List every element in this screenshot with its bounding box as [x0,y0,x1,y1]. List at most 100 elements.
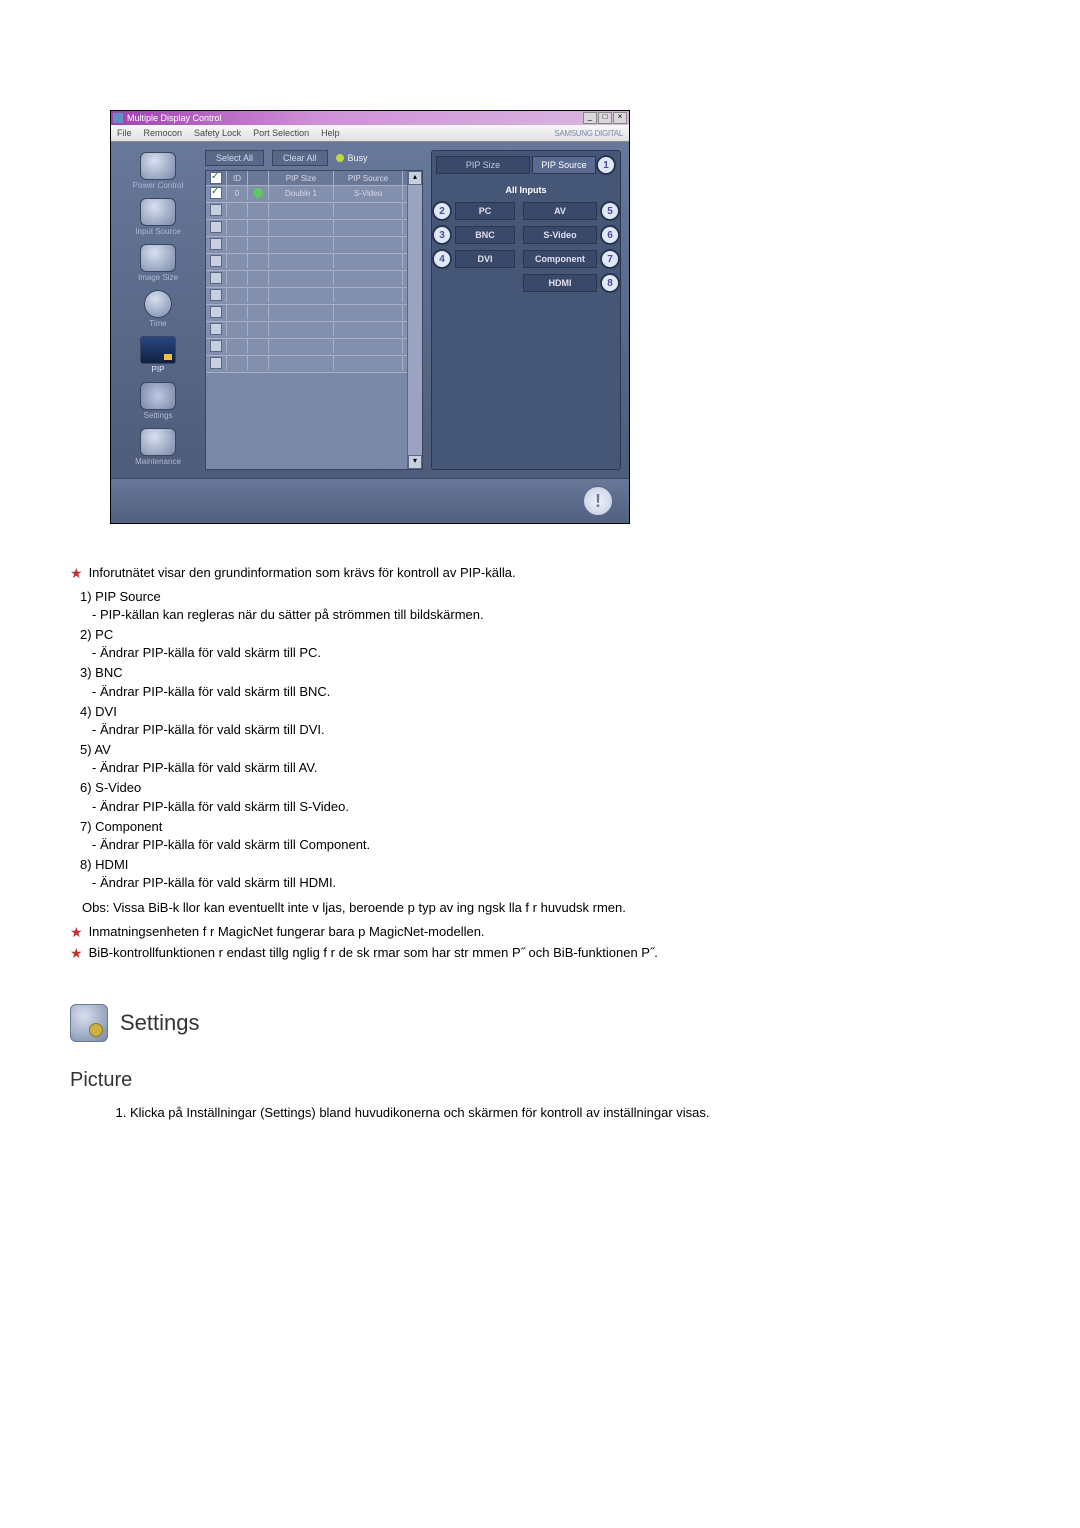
obs-text: Obs: Vissa BiB-k llor kan eventuellt int… [82,899,1010,917]
input-hdmi-button[interactable]: HDMI [523,274,597,292]
table-row-empty [206,339,407,356]
center-panel: Select All Clear All Busy ID PIP Size [205,150,423,470]
scroll-down-icon[interactable]: ▾ [408,455,422,469]
menu-remocon[interactable]: Remocon [144,128,183,138]
data-grid: ID PIP Size PIP Source 0Double 1S-Video … [205,170,423,470]
sidebar-item-input-source[interactable]: Input Source [123,196,193,238]
callout-2: 2 [432,201,452,221]
app-body: Power Control Input Source Image Size Ti… [111,142,629,478]
busy-dot-icon [336,154,344,162]
status-dot-icon [253,188,263,198]
doc-item: 6) S-Video- Ändrar PIP-källa för vald sk… [80,779,1010,815]
info-icon[interactable]: ! [583,486,613,516]
doc-item: 5) AV- Ändrar PIP-källa för vald skärm t… [80,741,1010,777]
row-checkbox[interactable] [210,340,222,352]
table-row-empty [206,305,407,322]
input-svideo-button[interactable]: S-Video [523,226,597,244]
screenshot-region: Multiple Display Control _ □ × File Remo… [110,110,630,524]
all-inputs-label: All Inputs [506,185,547,195]
sidebar-item-power-control[interactable]: Power Control [123,150,193,192]
input-buttons-grid: 2PC3BNC4DVI AV5S-Video6Component7HDMI8 [436,201,616,293]
table-row-empty [206,356,407,373]
document-text: ★ Inforutnätet visar den grundinformation… [70,564,1010,1122]
tab-pip-source[interactable]: PIP Source [532,156,596,174]
clear-all-button[interactable]: Clear All [272,150,328,166]
note2-text: BiB-kontrollfunktionen r endast tillg ng… [89,944,658,962]
sidebar-item-time[interactable]: Time [123,288,193,330]
row-checkbox[interactable] [210,187,222,199]
input-pc-button[interactable]: PC [455,202,515,220]
header-checkbox[interactable] [210,172,222,184]
grid-header: ID PIP Size PIP Source [206,171,407,186]
sidebar-item-pip[interactable]: PIP [123,334,193,376]
menu-file[interactable]: File [117,128,132,138]
image-size-icon [140,244,176,272]
doc-item: 2) PC- Ändrar PIP-källa för vald skärm t… [80,626,1010,662]
app-window: Multiple Display Control _ □ × File Remo… [110,110,630,524]
callout-4: 4 [432,249,452,269]
right-panel: PIP Size PIP Source 1 All Inputs 2PC3BNC… [431,150,621,470]
input-component-button[interactable]: Component [523,250,597,268]
table-row-empty [206,237,407,254]
brand-label: SAMSUNG DIGITAL [554,129,623,138]
intro-text: Inforutnätet visar den grundinformation … [89,564,516,582]
picture-subheader: Picture [70,1066,1010,1094]
table-row-empty [206,271,407,288]
cell-pip-size: Double 1 [269,186,334,200]
table-row-empty [206,220,407,237]
picture-step-1: Klicka på Inställningar (Settings) bland… [130,1104,1010,1122]
wrench-icon [140,428,176,456]
row-checkbox[interactable] [210,357,222,369]
row-checkbox[interactable] [210,289,222,301]
table-row[interactable]: 0 Double 1S-Video [206,186,407,203]
doc-item: 1) PIP Source- PIP-källan kan regleras n… [80,588,1010,624]
gear-icon [140,382,176,410]
callout-1: 1 [596,155,616,175]
sidebar-item-image-size[interactable]: Image Size [123,242,193,284]
sidebar-item-settings[interactable]: Settings [123,380,193,422]
scrollbar[interactable]: ▴ ▾ [407,171,422,469]
close-button[interactable]: × [613,112,627,124]
menu-portselection[interactable]: Port Selection [253,128,309,138]
input-av-button[interactable]: AV [523,202,597,220]
input-bnc-button[interactable]: BNC [455,226,515,244]
row-checkbox[interactable] [210,306,222,318]
row-checkbox[interactable] [210,323,222,335]
col-pip-source: PIP Source [334,171,403,185]
doc-item: 4) DVI- Ändrar PIP-källa för vald skärm … [80,703,1010,739]
callout-6: 6 [600,225,620,245]
star-icon: ★ [70,923,83,943]
sidebar: Power Control Input Source Image Size Ti… [119,150,197,470]
control-row: Select All Clear All Busy [205,150,423,166]
callout-8: 8 [600,273,620,293]
tab-pip-size[interactable]: PIP Size [436,156,530,174]
menubar: File Remocon Safety Lock Port Selection … [111,125,629,142]
doc-item: 8) HDMI- Ändrar PIP-källa för vald skärm… [80,856,1010,892]
cell-pip-source: S-Video [334,186,403,200]
callout-3: 3 [432,225,452,245]
callout-7: 7 [600,249,620,269]
input-icon [140,198,176,226]
scroll-up-icon[interactable]: ▴ [408,171,422,185]
star-icon: ★ [70,564,83,584]
table-row-empty [206,288,407,305]
row-checkbox[interactable] [210,255,222,267]
callout-5: 5 [600,201,620,221]
sidebar-item-maintenance[interactable]: Maintenance [123,426,193,468]
menu-safetylock[interactable]: Safety Lock [194,128,241,138]
row-checkbox[interactable] [210,221,222,233]
table-row-empty [206,322,407,339]
menu-help[interactable]: Help [321,128,340,138]
doc-item: 3) BNC- Ändrar PIP-källa för vald skärm … [80,664,1010,700]
cell-id: 0 [227,186,248,200]
minimize-button[interactable]: _ [583,112,597,124]
select-all-button[interactable]: Select All [205,150,264,166]
maximize-button[interactable]: □ [598,112,612,124]
col-pip-size: PIP Size [269,171,334,185]
row-checkbox[interactable] [210,204,222,216]
col-status [248,171,269,185]
row-checkbox[interactable] [210,272,222,284]
row-checkbox[interactable] [210,238,222,250]
input-dvi-button[interactable]: DVI [455,250,515,268]
settings-title: Settings [120,1008,200,1039]
